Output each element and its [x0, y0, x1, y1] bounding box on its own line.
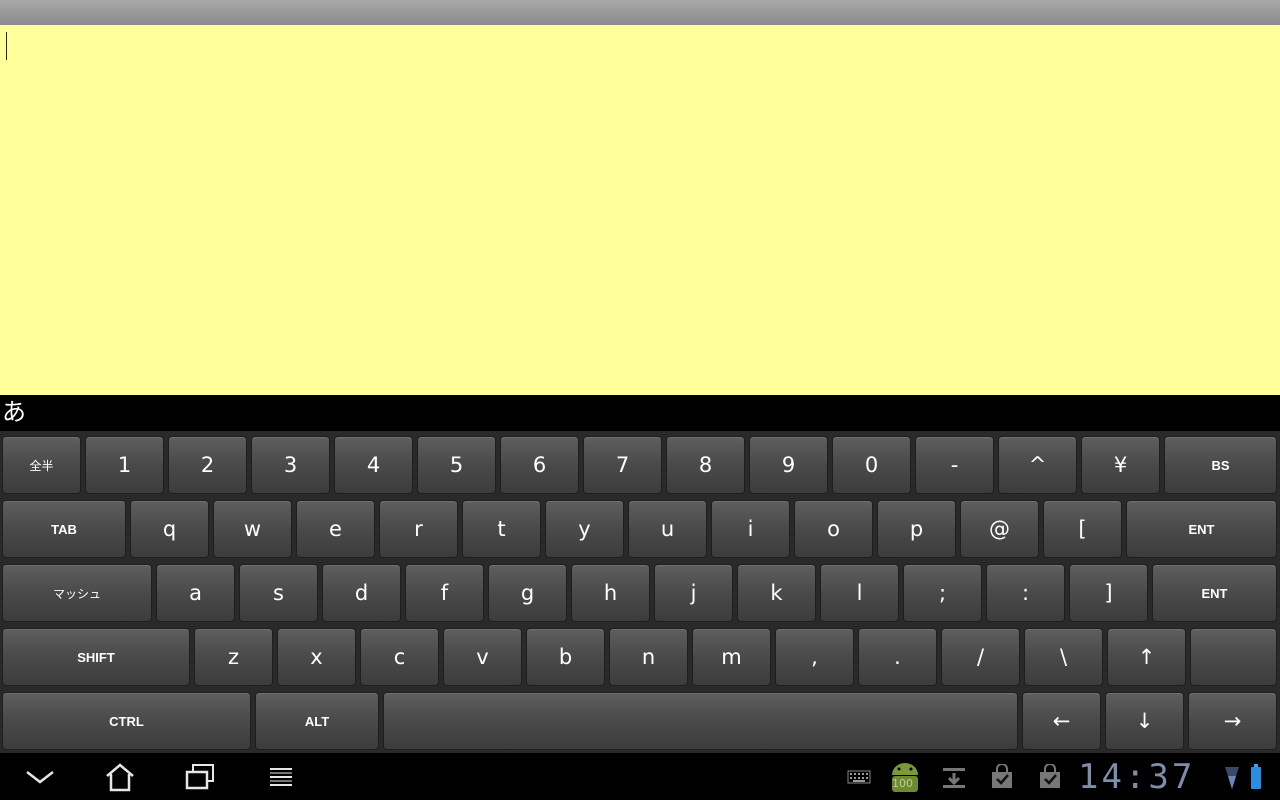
- soft-keyboard: 全半 1 2 3 4 5 6 7 8 9 0 - ^ ¥ BS TAB q w …: [0, 431, 1280, 753]
- key-y[interactable]: y: [545, 500, 624, 558]
- signal-icon: [1222, 765, 1242, 791]
- key-2[interactable]: 2: [168, 436, 247, 494]
- battery-icon: [1248, 763, 1264, 791]
- key-r[interactable]: r: [379, 500, 458, 558]
- key-n[interactable]: n: [609, 628, 688, 686]
- key-q[interactable]: q: [130, 500, 209, 558]
- key-colon[interactable]: :: [986, 564, 1065, 622]
- key-period[interactable]: .: [858, 628, 937, 686]
- key-backslash[interactable]: \: [1024, 628, 1103, 686]
- back-icon[interactable]: [20, 761, 60, 793]
- key-shift[interactable]: SHIFT: [2, 628, 190, 686]
- text-caret: [6, 32, 7, 60]
- key-z[interactable]: z: [194, 628, 273, 686]
- key-5[interactable]: 5: [417, 436, 496, 494]
- title-bar: [0, 0, 1280, 25]
- key-e[interactable]: e: [296, 500, 375, 558]
- key-s[interactable]: s: [239, 564, 318, 622]
- keyboard-icon: [846, 769, 872, 785]
- key-backspace[interactable]: BS: [1164, 436, 1277, 494]
- note-editor[interactable]: [0, 25, 1280, 395]
- key-b[interactable]: b: [526, 628, 605, 686]
- key-l[interactable]: l: [820, 564, 899, 622]
- key-h[interactable]: h: [571, 564, 650, 622]
- key-a[interactable]: a: [156, 564, 235, 622]
- download-icon: [940, 763, 968, 791]
- key-alt[interactable]: ALT: [255, 692, 379, 750]
- key-arrow-up[interactable]: ↑: [1107, 628, 1186, 686]
- key-6[interactable]: 6: [500, 436, 579, 494]
- key-slash[interactable]: /: [941, 628, 1020, 686]
- key-ctrl[interactable]: CTRL: [2, 692, 251, 750]
- recent-apps-icon[interactable]: [180, 761, 220, 793]
- key-blank[interactable]: [1190, 628, 1277, 686]
- key-p[interactable]: p: [877, 500, 956, 558]
- key-u[interactable]: u: [628, 500, 707, 558]
- key-enter[interactable]: ENT: [1126, 500, 1277, 558]
- menu-icon[interactable]: [261, 761, 301, 793]
- key-v[interactable]: v: [443, 628, 522, 686]
- key-zenhan[interactable]: 全半: [2, 436, 81, 494]
- key-semicolon[interactable]: ;: [903, 564, 982, 622]
- key-3[interactable]: 3: [251, 436, 330, 494]
- key-d[interactable]: d: [322, 564, 401, 622]
- ruled-lines: [5, 25, 1275, 395]
- key-9[interactable]: 9: [749, 436, 828, 494]
- key-0[interactable]: 0: [832, 436, 911, 494]
- ime-mode-label[interactable]: あ: [2, 397, 26, 427]
- key-g[interactable]: g: [488, 564, 567, 622]
- key-space[interactable]: [383, 692, 1018, 750]
- key-tab[interactable]: TAB: [2, 500, 126, 558]
- key-arrow-left[interactable]: ←: [1022, 692, 1101, 750]
- status-clock: 14:37: [1078, 757, 1196, 797]
- ime-candidate-bar: あ: [0, 395, 1280, 431]
- key-o[interactable]: o: [794, 500, 873, 558]
- key-j[interactable]: j: [654, 564, 733, 622]
- key-i[interactable]: i: [711, 500, 790, 558]
- key-arrow-right[interactable]: →: [1188, 692, 1277, 750]
- key-c[interactable]: c: [360, 628, 439, 686]
- android-badge: 100: [892, 777, 913, 790]
- key-t[interactable]: t: [462, 500, 541, 558]
- home-icon[interactable]: [100, 761, 140, 793]
- key-f[interactable]: f: [405, 564, 484, 622]
- key-at[interactable]: @: [960, 500, 1039, 558]
- key-x[interactable]: x: [277, 628, 356, 686]
- key-1[interactable]: 1: [85, 436, 164, 494]
- shopping-bag-icon-2: [1036, 763, 1064, 791]
- key-mash[interactable]: マッシュ: [2, 564, 152, 622]
- key-left-bracket[interactable]: [: [1043, 500, 1122, 558]
- key-w[interactable]: w: [213, 500, 292, 558]
- key-right-bracket[interactable]: ]: [1069, 564, 1148, 622]
- shopping-bag-icon: [988, 763, 1016, 791]
- key-8[interactable]: 8: [666, 436, 745, 494]
- key-arrow-down[interactable]: ↓: [1105, 692, 1184, 750]
- key-k[interactable]: k: [737, 564, 816, 622]
- key-4[interactable]: 4: [334, 436, 413, 494]
- key-minus[interactable]: -: [915, 436, 994, 494]
- key-yen[interactable]: ¥: [1081, 436, 1160, 494]
- key-7[interactable]: 7: [583, 436, 662, 494]
- key-enter-2[interactable]: ENT: [1152, 564, 1277, 622]
- key-m[interactable]: m: [692, 628, 771, 686]
- key-comma[interactable]: ,: [775, 628, 854, 686]
- key-caret[interactable]: ^: [998, 436, 1077, 494]
- android-icon: 100: [888, 759, 922, 795]
